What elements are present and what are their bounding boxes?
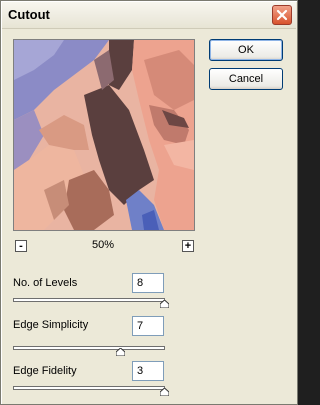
edge-fidelity-input[interactable]: 3: [132, 361, 164, 381]
edge-simplicity-slider-track[interactable]: [13, 346, 165, 350]
filter-preview[interactable]: [13, 39, 195, 231]
levels-slider-thumb[interactable]: [160, 300, 169, 308]
zoom-in-button[interactable]: +: [182, 240, 194, 252]
zoom-level: 50%: [91, 239, 115, 251]
edge-fidelity-label: Edge Fidelity: [13, 365, 77, 377]
preview-image: [14, 40, 194, 230]
ok-button[interactable]: OK: [209, 39, 283, 61]
minus-icon: -: [19, 240, 23, 252]
levels-label: No. of Levels: [13, 277, 78, 289]
levels-slider-track[interactable]: [13, 298, 165, 302]
cancel-button[interactable]: Cancel: [209, 68, 283, 90]
plus-icon: +: [184, 240, 192, 252]
edge-simplicity-input[interactable]: 7: [132, 316, 164, 336]
edge-simplicity-slider-thumb[interactable]: [116, 348, 125, 356]
close-button[interactable]: [272, 5, 292, 25]
zoom-out-button[interactable]: -: [15, 240, 27, 252]
levels-input[interactable]: 8: [132, 273, 164, 293]
edge-fidelity-slider-thumb[interactable]: [160, 388, 169, 396]
cutout-dialog: Cutout - 50% + OK Cancel No. of Levels 8…: [0, 0, 298, 405]
title-bar[interactable]: Cutout: [2, 2, 296, 29]
close-icon: [276, 9, 288, 21]
edge-simplicity-label: Edge Simplicity: [13, 319, 89, 331]
edge-fidelity-slider-track[interactable]: [13, 386, 165, 390]
dialog-title: Cutout: [8, 7, 50, 22]
